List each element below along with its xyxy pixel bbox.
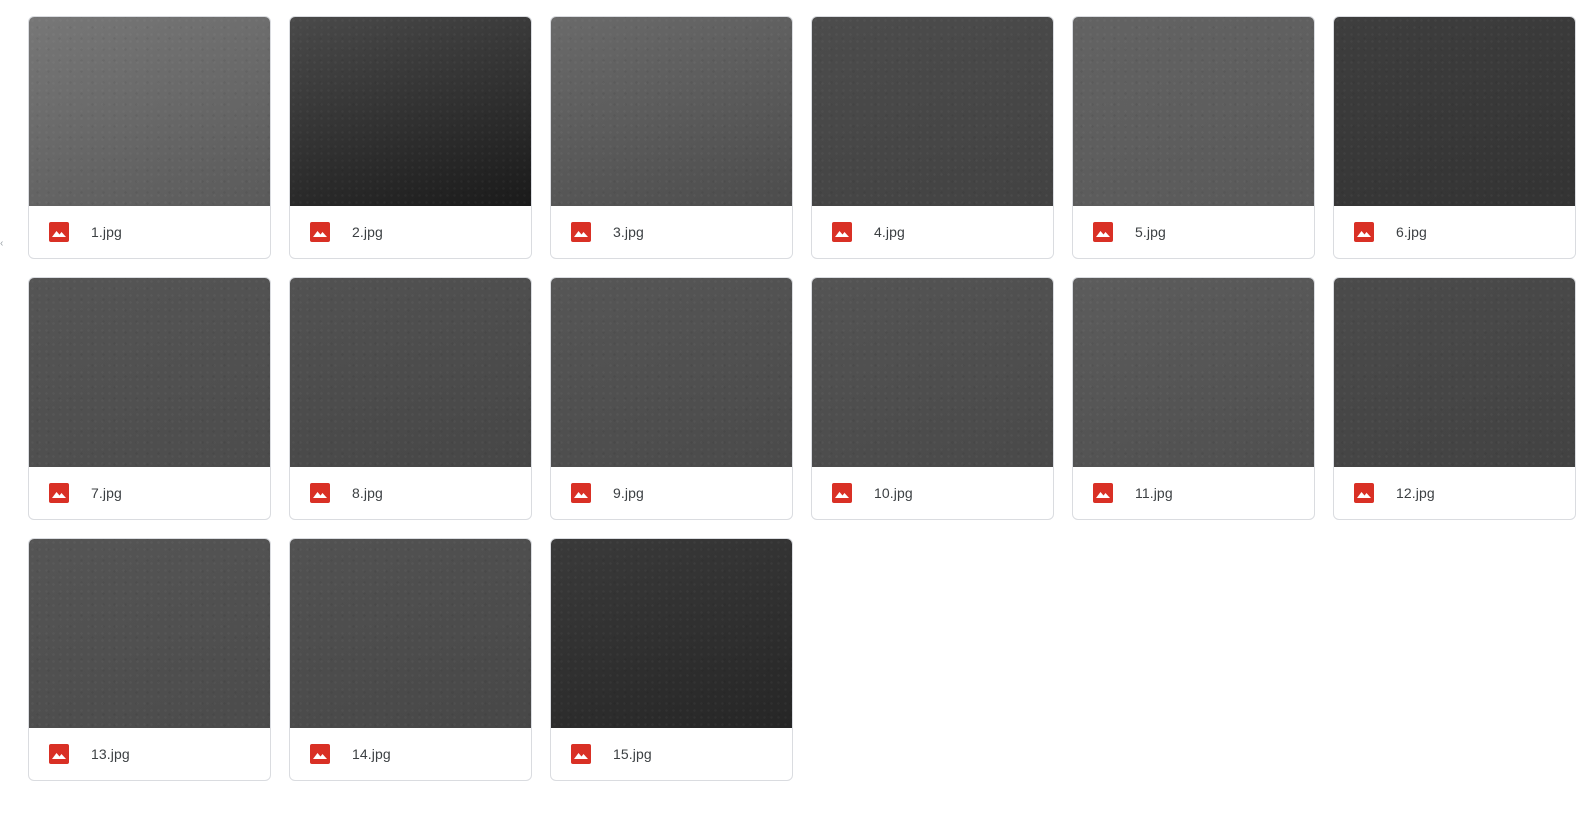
file-name: 10.jpg bbox=[874, 485, 913, 501]
file-name: 3.jpg bbox=[613, 224, 644, 240]
file-card-footer: 15.jpg bbox=[551, 728, 792, 780]
image-file-icon bbox=[49, 744, 69, 764]
file-card-footer: 3.jpg bbox=[551, 206, 792, 258]
file-name: 5.jpg bbox=[1135, 224, 1166, 240]
file-name: 6.jpg bbox=[1396, 224, 1427, 240]
file-name: 7.jpg bbox=[91, 485, 122, 501]
image-file-icon bbox=[49, 222, 69, 242]
file-card[interactable]: 6.jpg bbox=[1333, 16, 1576, 259]
file-thumbnail[interactable] bbox=[1334, 278, 1575, 467]
file-thumbnail[interactable] bbox=[290, 539, 531, 728]
file-card[interactable]: 14.jpg bbox=[289, 538, 532, 781]
file-name: 9.jpg bbox=[613, 485, 644, 501]
file-card-footer: 2.jpg bbox=[290, 206, 531, 258]
file-card[interactable]: 1.jpg bbox=[28, 16, 271, 259]
file-card[interactable]: 15.jpg bbox=[550, 538, 793, 781]
file-card-footer: 6.jpg bbox=[1334, 206, 1575, 258]
file-card[interactable]: 10.jpg bbox=[811, 277, 1054, 520]
file-card[interactable]: 2.jpg bbox=[289, 16, 532, 259]
file-card-footer: 8.jpg bbox=[290, 467, 531, 519]
image-file-icon bbox=[310, 222, 330, 242]
file-card-footer: 11.jpg bbox=[1073, 467, 1314, 519]
file-card[interactable]: 4.jpg bbox=[811, 16, 1054, 259]
file-card-footer: 1.jpg bbox=[29, 206, 270, 258]
file-thumbnail[interactable] bbox=[812, 17, 1053, 206]
file-card[interactable]: 7.jpg bbox=[28, 277, 271, 520]
file-card-footer: 13.jpg bbox=[29, 728, 270, 780]
file-name: 1.jpg bbox=[91, 224, 122, 240]
file-card-footer: 9.jpg bbox=[551, 467, 792, 519]
file-name: 2.jpg bbox=[352, 224, 383, 240]
file-thumbnail[interactable] bbox=[29, 539, 270, 728]
file-thumbnail[interactable] bbox=[551, 278, 792, 467]
file-card-footer: 10.jpg bbox=[812, 467, 1053, 519]
file-thumbnail[interactable] bbox=[1334, 17, 1575, 206]
image-file-icon bbox=[1354, 483, 1374, 503]
file-name: 12.jpg bbox=[1396, 485, 1435, 501]
file-name: 11.jpg bbox=[1135, 485, 1173, 501]
file-name: 4.jpg bbox=[874, 224, 905, 240]
file-name: 8.jpg bbox=[352, 485, 383, 501]
file-name: 13.jpg bbox=[91, 746, 130, 762]
file-card[interactable]: 9.jpg bbox=[550, 277, 793, 520]
image-file-icon bbox=[832, 483, 852, 503]
file-thumbnail[interactable] bbox=[290, 17, 531, 206]
file-card[interactable]: 11.jpg bbox=[1072, 277, 1315, 520]
image-file-icon bbox=[832, 222, 852, 242]
file-grid: 1.jpg 2.jpg 3.jpg 4.jpg 5.jpg 6.jpg 7.jpg 8.jpg… bbox=[28, 16, 1576, 781]
file-card-footer: 14.jpg bbox=[290, 728, 531, 780]
image-file-icon bbox=[1093, 483, 1113, 503]
file-thumbnail[interactable] bbox=[551, 539, 792, 728]
image-file-icon bbox=[571, 744, 591, 764]
file-card-footer: 12.jpg bbox=[1334, 467, 1575, 519]
image-file-icon bbox=[571, 483, 591, 503]
file-card-footer: 5.jpg bbox=[1073, 206, 1314, 258]
file-thumbnail[interactable] bbox=[29, 278, 270, 467]
file-card[interactable]: 5.jpg bbox=[1072, 16, 1315, 259]
file-thumbnail[interactable] bbox=[290, 278, 531, 467]
file-thumbnail[interactable] bbox=[551, 17, 792, 206]
scroll-edge-indicator: ‹ bbox=[0, 238, 4, 249]
image-file-icon bbox=[1354, 222, 1374, 242]
file-thumbnail[interactable] bbox=[29, 17, 270, 206]
file-card[interactable]: 12.jpg bbox=[1333, 277, 1576, 520]
file-thumbnail[interactable] bbox=[1073, 278, 1314, 467]
image-file-icon bbox=[49, 483, 69, 503]
file-thumbnail[interactable] bbox=[812, 278, 1053, 467]
file-card[interactable]: 3.jpg bbox=[550, 16, 793, 259]
image-file-icon bbox=[310, 483, 330, 503]
image-file-icon bbox=[310, 744, 330, 764]
file-card[interactable]: 8.jpg bbox=[289, 277, 532, 520]
file-card[interactable]: 13.jpg bbox=[28, 538, 271, 781]
file-card-footer: 7.jpg bbox=[29, 467, 270, 519]
image-file-icon bbox=[571, 222, 591, 242]
file-name: 14.jpg bbox=[352, 746, 391, 762]
image-file-icon bbox=[1093, 222, 1113, 242]
file-name: 15.jpg bbox=[613, 746, 652, 762]
file-thumbnail[interactable] bbox=[1073, 17, 1314, 206]
file-card-footer: 4.jpg bbox=[812, 206, 1053, 258]
